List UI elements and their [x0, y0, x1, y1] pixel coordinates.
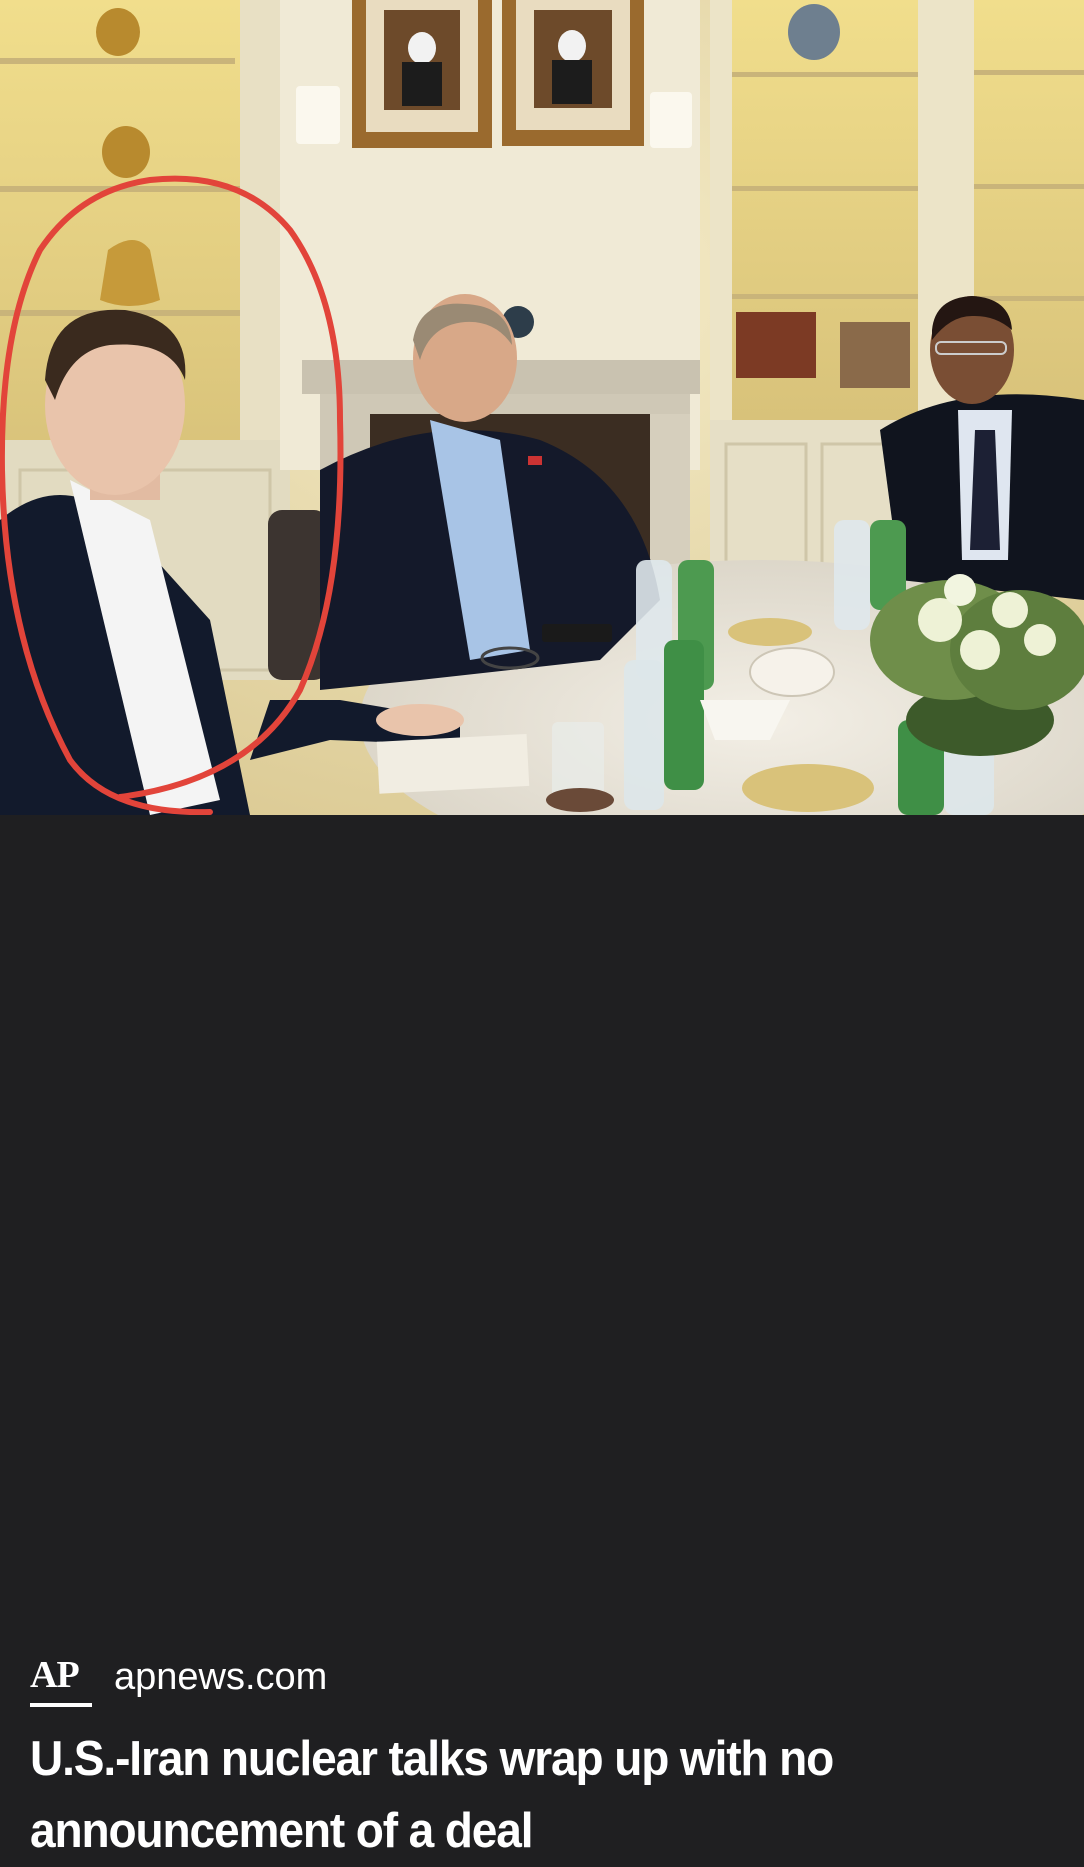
- portrait-left: [352, 0, 492, 148]
- phone: [542, 624, 612, 642]
- water-bottle: [624, 660, 664, 810]
- source-row[interactable]: AP apnews.com: [30, 1653, 327, 1713]
- ap-logo-underline: [30, 1703, 92, 1707]
- book-row: [840, 322, 910, 388]
- coaster: [546, 788, 614, 812]
- ap-logo-text: AP: [30, 1654, 80, 1696]
- water-bottle: [834, 520, 870, 630]
- chair: [268, 510, 328, 680]
- news-article-card[interactable]: AP apnews.com U.S.-Iran nuclear talks wr…: [0, 0, 1084, 1858]
- article-headline[interactable]: U.S.-Iran nuclear talks wrap up with no …: [30, 1723, 998, 1867]
- portrait-right: [502, 0, 644, 146]
- plate: [742, 764, 874, 812]
- pitcher: [102, 126, 150, 178]
- decorative-plate: [788, 4, 840, 60]
- source-domain[interactable]: apnews.com: [114, 1655, 327, 1699]
- article-photo: [0, 0, 1084, 815]
- ashtray: [749, 647, 835, 697]
- plate: [728, 618, 812, 646]
- wall-sconce: [650, 92, 692, 148]
- papers: [376, 733, 530, 794]
- water-bottle: [664, 640, 704, 790]
- flag-pin: [528, 456, 542, 465]
- framed-book: [736, 312, 816, 378]
- ap-logo: AP: [30, 1653, 92, 1709]
- wall-sconce: [296, 86, 340, 144]
- caption-panel: AP apnews.com U.S.-Iran nuclear talks wr…: [0, 815, 1084, 1858]
- pitcher: [96, 8, 140, 56]
